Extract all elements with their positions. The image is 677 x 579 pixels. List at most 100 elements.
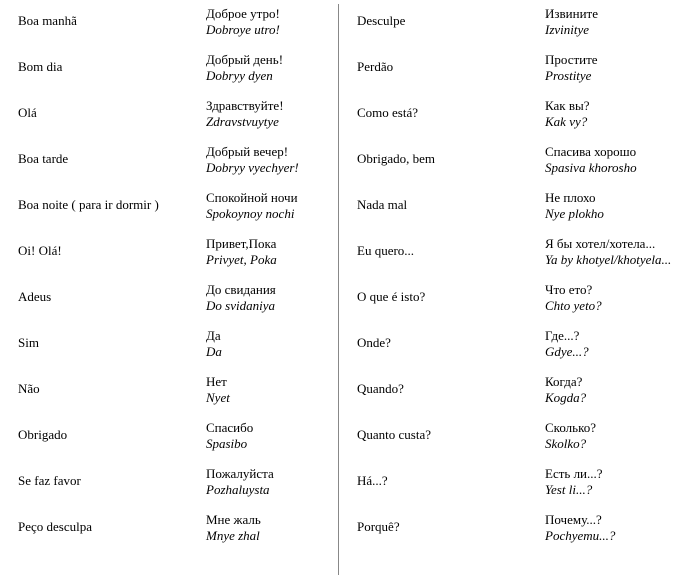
phrase-definitions: Когда? Kogda? [545,374,677,406]
phrase-definitions: Извините Izvinitye [545,6,677,38]
phrase-term: Perdão [357,52,545,75]
phrase-term: Como está? [357,98,545,121]
phrase-row: Onde? Где...? Gdye...? [357,328,677,360]
phrase-transliteration: Privyet, Poka [206,252,338,268]
phrase-row: O que é isto? Что ето? Chto yeto? [357,282,677,314]
phrase-cyrillic: Почему...? [545,512,677,528]
phrase-term: Peço desculpa [18,512,206,535]
phrase-definitions: Сколько? Skolko? [545,420,677,452]
phrase-term: Adeus [18,282,206,305]
phrase-transliteration: Spasiva khorosho [545,160,677,176]
phrase-transliteration: Chto yeto? [545,298,677,314]
phrase-row: Perdão Простите Prostitye [357,52,677,84]
phrase-transliteration: Skolko? [545,436,677,452]
phrase-cyrillic: Как вы? [545,98,677,114]
phrase-definitions: Пожалуйста Pozhaluysta [206,466,338,498]
phrase-row: Se faz favor Пожалуйста Pozhaluysta [18,466,338,498]
phrase-transliteration: Yest li...? [545,482,677,498]
phrase-cyrillic: Простите [545,52,677,68]
phrase-transliteration: Nyet [206,390,338,406]
phrase-row: Desculpe Извините Izvinitye [357,6,677,38]
phrase-row: Nada mal Не плохо Nye plokho [357,190,677,222]
phrase-transliteration: Pochyemu...? [545,528,677,544]
phrase-row: Obrigado Спасибо Spasibo [18,420,338,452]
phrase-cyrillic: Где...? [545,328,677,344]
phrase-term: Há...? [357,466,545,489]
phrase-row: Há...? Есть ли...? Yest li...? [357,466,677,498]
phrase-term: Onde? [357,328,545,351]
phrase-cyrillic: Спасива хорошо [545,144,677,160]
phrase-definitions: Как вы? Kak vy? [545,98,677,130]
phrase-term: O que é isto? [357,282,545,305]
phrase-definitions: Спасибо Spasibo [206,420,338,452]
phrase-definitions: Спокойной ночи Spokoynoy nochi [206,190,338,222]
phrase-term: Sim [18,328,206,351]
phrase-row: Peço desculpa Мне жаль Mnye zhal [18,512,338,544]
phrase-term: Olá [18,98,206,121]
phrase-row: Olá Здравствуйте! Zdravstvuytye [18,98,338,130]
phrase-transliteration: Kogda? [545,390,677,406]
phrase-row: Obrigado, bem Спасива хорошо Spasiva kho… [357,144,677,176]
phrase-transliteration: Da [206,344,338,360]
phrase-row: Bom dia Добрый день! Dobryy dyen [18,52,338,84]
phrase-definitions: Мне жаль Mnye zhal [206,512,338,544]
phrase-row: Boa tarde Добрый вечер! Dobryy vyechyer! [18,144,338,176]
phrase-cyrillic: Мне жаль [206,512,338,528]
phrase-transliteration: Prostitye [545,68,677,84]
phrase-cyrillic: Здравствуйте! [206,98,338,114]
phrase-cyrillic: Доброе утро! [206,6,338,22]
phrase-transliteration: Zdravstvuytye [206,114,338,130]
phrase-cyrillic: Что ето? [545,282,677,298]
phrase-transliteration: Mnye zhal [206,528,338,544]
phrase-definitions: Не плохо Nye plokho [545,190,677,222]
phrase-cyrillic: Есть ли...? [545,466,677,482]
phrase-transliteration: Dobryy dyen [206,68,338,84]
phrase-definitions: Привет,Пока Privyet, Poka [206,236,338,268]
phrase-cyrillic: Спасибо [206,420,338,436]
phrase-cyrillic: Добрый вечер! [206,144,338,160]
phrase-transliteration: Dobryy vyechyer! [206,160,338,176]
phrase-term: Obrigado [18,420,206,443]
phrase-term: Obrigado, bem [357,144,545,167]
phrase-definitions: До свидания Do svidaniya [206,282,338,314]
phrase-row: Porquê? Почему...? Pochyemu...? [357,512,677,544]
phrase-term: Quanto custa? [357,420,545,443]
phrase-term: Se faz favor [18,466,206,489]
phrase-transliteration: Pozhaluysta [206,482,338,498]
phrase-row: Não Нет Nyet [18,374,338,406]
phrase-term: Eu quero... [357,236,545,259]
phrase-cyrillic: Спокойной ночи [206,190,338,206]
phrase-term: Bom dia [18,52,206,75]
phrase-term: Desculpe [357,6,545,29]
phrase-cyrillic: Когда? [545,374,677,390]
phrase-row: Boa manhã Доброе утро! Dobroye utro! [18,6,338,38]
phrase-term: Não [18,374,206,397]
phrase-row: Adeus До свидания Do svidaniya [18,282,338,314]
phrase-cyrillic: Нет [206,374,338,390]
phrase-definitions: Есть ли...? Yest li...? [545,466,677,498]
phrase-definitions: Спасива хорошо Spasiva khorosho [545,144,677,176]
phrase-term: Boa noite ( para ir dormir ) [18,190,206,213]
phrase-transliteration: Spasibo [206,436,338,452]
phrase-term: Quando? [357,374,545,397]
phrase-definitions: Почему...? Pochyemu...? [545,512,677,544]
phrase-definitions: Здравствуйте! Zdravstvuytye [206,98,338,130]
phrase-definitions: Простите Prostitye [545,52,677,84]
phrase-term: Porquê? [357,512,545,535]
phrase-transliteration: Dobroye utro! [206,22,338,38]
phrase-transliteration: Ya by khotyel/khotyela... [545,252,677,268]
phrase-row: Como está? Как вы? Kak vy? [357,98,677,130]
phrase-cyrillic: Пожалуйста [206,466,338,482]
left-column: Boa manhã Доброе утро! Dobroye utro! Bom… [0,0,338,579]
phrase-cyrillic: Извините [545,6,677,22]
phrase-cyrillic: Да [206,328,338,344]
phrase-row: Quanto custa? Сколько? Skolko? [357,420,677,452]
phrase-transliteration: Kak vy? [545,114,677,130]
phrase-row: Sim Да Da [18,328,338,360]
phrase-transliteration: Nye plokho [545,206,677,222]
phrase-transliteration: Spokoynoy nochi [206,206,338,222]
phrase-cyrillic: Не плохо [545,190,677,206]
phrase-cyrillic: Привет,Пока [206,236,338,252]
phrase-term: Nada mal [357,190,545,213]
phrase-term: Boa manhã [18,6,206,29]
